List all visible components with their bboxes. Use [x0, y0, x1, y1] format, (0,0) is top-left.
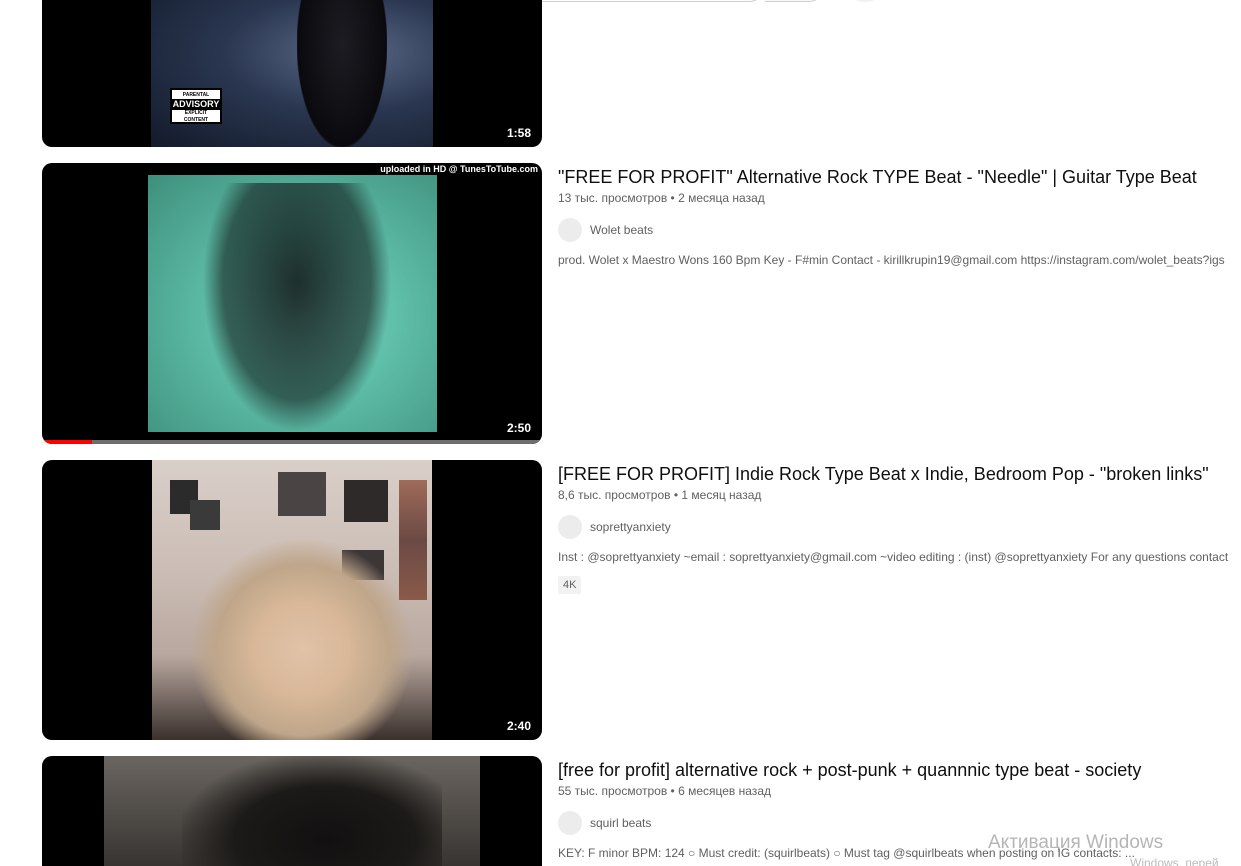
view-count: 55 тыс. просмотров — [558, 784, 668, 798]
meta-separator: • — [673, 488, 679, 502]
watch-progress-fill — [42, 440, 92, 444]
watch-progress-bar — [42, 440, 542, 444]
video-thumbnail[interactable]: 2:40 — [42, 460, 542, 740]
video-duration: 2:40 — [503, 718, 534, 734]
meta-separator: • — [670, 784, 675, 798]
upload-age: 1 месяц назад — [681, 488, 762, 502]
watermark-text: uploaded in HD @ TunesToTube.com — [380, 164, 538, 174]
video-meta: 55 тыс. просмотров • 6 месяцев назад — [558, 784, 1241, 798]
parental-advisory-logo: PARENTAL ADVISORY EXPLICIT CONTENT — [170, 88, 222, 124]
video-duration: 1:58 — [503, 125, 534, 141]
channel-name[interactable]: soprettyanxiety — [590, 520, 671, 534]
video-meta: 8,6 тыс. просмотров • 1 месяц назад — [558, 488, 1241, 502]
channel-name[interactable]: Wolet beats — [590, 223, 653, 237]
meta-separator: • — [670, 191, 675, 205]
thumbnail-figure — [202, 183, 392, 433]
avatar[interactable] — [558, 218, 582, 242]
thumbnail-figure — [182, 756, 442, 866]
video-description: prod. Wolet x Maestro Wons 160 Bpm Key -… — [558, 253, 1225, 267]
video-title[interactable]: [free for profit] alternative rock + pos… — [558, 758, 1241, 782]
thumbnail-figure — [297, 0, 387, 147]
video-title[interactable]: "FREE FOR PROFIT" Alternative Rock TYPE … — [558, 165, 1241, 189]
video-info: [FREE FOR PROFIT] Indie Rock Type Beat x… — [558, 462, 1241, 594]
windows-activation-subtext: Windows, перей — [1130, 856, 1219, 866]
video-thumbnail[interactable]: uploaded in HD @ TunesToTube.com 2:50 — [42, 163, 542, 444]
voice-search-icon[interactable] — [850, 0, 880, 2]
quality-badge: 4K — [558, 576, 582, 594]
search-results-page: PARENTAL ADVISORY EXPLICIT CONTENT 1:58 up… — [0, 0, 1241, 866]
upload-age: 2 месяца назад — [678, 191, 765, 205]
avatar[interactable] — [558, 811, 582, 835]
video-thumbnail[interactable]: PARENTAL ADVISORY EXPLICIT CONTENT 1:58 — [42, 0, 542, 147]
view-count: 13 тыс. просмотров — [558, 191, 668, 205]
windows-activation-watermark: Активация Windows — [988, 832, 1164, 853]
view-count: 8,6 тыс. просмотров — [558, 488, 671, 502]
video-description: Inst : @soprettyanxiety ~email : soprett… — [558, 550, 1229, 564]
video-thumbnail[interactable] — [42, 756, 542, 866]
channel-link[interactable]: Wolet beats — [558, 218, 1241, 242]
thumbnail-image — [151, 0, 433, 147]
video-title[interactable]: [FREE FOR PROFIT] Indie Rock Type Beat x… — [558, 462, 1241, 486]
video-info: "FREE FOR PROFIT" Alternative Rock TYPE … — [558, 165, 1241, 267]
video-duration: 2:50 — [503, 420, 534, 436]
upload-age: 6 месяцев назад — [678, 784, 771, 798]
video-meta: 13 тыс. просмотров • 2 месяца назад — [558, 191, 1241, 205]
channel-name[interactable]: squirl beats — [590, 816, 651, 830]
channel-link[interactable]: soprettyanxiety — [558, 515, 1241, 539]
avatar[interactable] — [558, 515, 582, 539]
search-button[interactable] — [765, 0, 825, 2]
thumbnail-figure — [192, 540, 412, 740]
